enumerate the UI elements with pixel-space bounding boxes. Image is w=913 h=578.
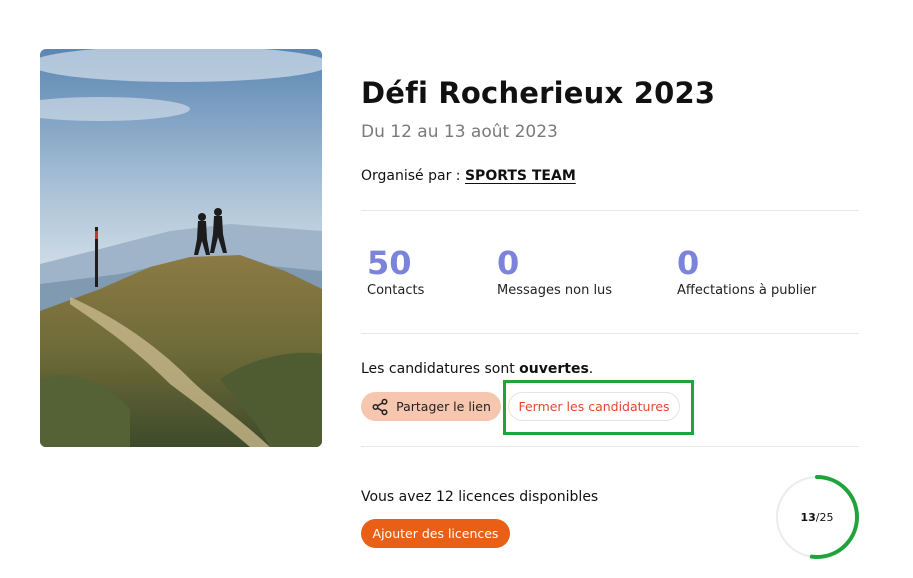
licences-total: 25 xyxy=(819,510,834,524)
event-title: Défi Rocherieux 2023 xyxy=(361,76,716,110)
licences-count: 12 xyxy=(435,489,454,505)
stat-contacts-label: Contacts xyxy=(367,283,425,298)
licences-suffix: licences disponibles xyxy=(458,489,599,505)
stat-contacts-value: 50 xyxy=(367,244,412,282)
event-dates: Du 12 au 13 août 2023 xyxy=(361,122,558,142)
applications-status-prefix: Les candidatures sont xyxy=(361,361,515,377)
applications-status-state: ouvertes xyxy=(519,361,589,377)
stat-assignments[interactable]: 0 Affectations à publier xyxy=(677,243,816,298)
highlight-box xyxy=(503,380,694,435)
event-photo-illustration xyxy=(40,49,322,447)
stat-unread-messages-value: 0 xyxy=(497,244,520,282)
event-photo xyxy=(40,49,322,447)
licences-prefix: Vous avez xyxy=(361,489,432,505)
add-licences-button[interactable]: Ajouter des licences xyxy=(361,519,510,548)
applications-status-suffix: . xyxy=(588,361,594,377)
divider xyxy=(361,333,859,334)
stat-contacts[interactable]: 50 Contacts xyxy=(367,243,424,298)
stat-assignments-label: Affectations à publier xyxy=(677,283,817,298)
licences-available: Vous avez 12 licences disponibles xyxy=(361,489,598,505)
divider xyxy=(361,446,859,447)
licences-used: 13 xyxy=(800,510,816,524)
share-link-label: Partager le lien xyxy=(396,399,491,414)
stat-unread-messages-label: Messages non lus xyxy=(497,283,613,298)
stat-unread-messages[interactable]: 0 Messages non lus xyxy=(497,243,612,298)
divider xyxy=(361,210,859,211)
share-icon xyxy=(372,398,388,415)
share-link-button[interactable]: Partager le lien xyxy=(361,392,501,421)
organizer-line: Organisé par : SPORTS TEAM xyxy=(361,168,576,184)
stat-assignments-value: 0 xyxy=(677,244,700,282)
organizer-prefix: Organisé par : xyxy=(361,168,461,184)
organizer-link[interactable]: SPORTS TEAM xyxy=(465,168,576,184)
add-licences-label: Ajouter des licences xyxy=(372,526,499,541)
licences-usage: 13/25 xyxy=(774,474,860,560)
applications-status: Les candidatures sont ouvertes. xyxy=(361,361,593,377)
